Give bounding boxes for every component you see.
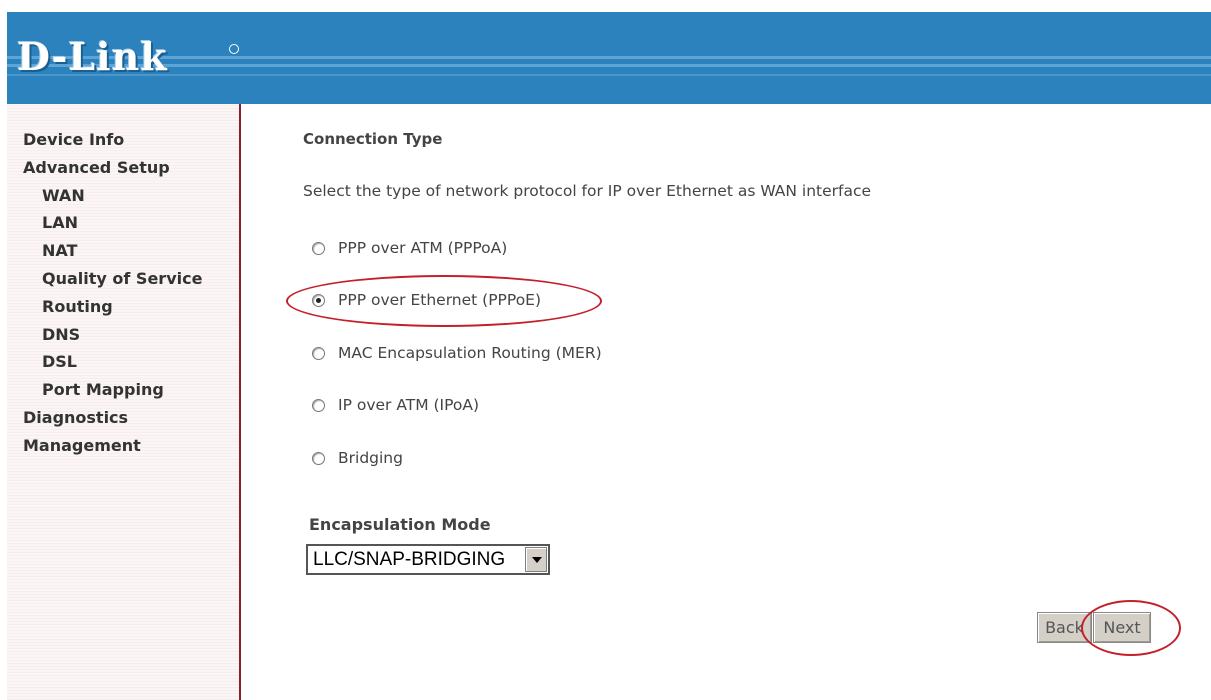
sidebar-menu: Device Info Advanced Setup WAN LAN NAT Q…	[23, 128, 202, 462]
option-label: PPP over Ethernet (PPPoE)	[338, 291, 542, 309]
option-label: PPP over ATM (PPPoA)	[338, 239, 508, 257]
sidebar-item-lan[interactable]: LAN	[23, 211, 202, 239]
sidebar-item-port-mapping[interactable]: Port Mapping	[23, 378, 202, 406]
option-label: MAC Encapsulation Routing (MER)	[338, 344, 602, 362]
sidebar-item-dns[interactable]: DNS	[23, 323, 202, 351]
header-stripe	[7, 56, 1211, 59]
header-banner: D-Link	[7, 12, 1211, 104]
sidebar-item-diagnostics[interactable]: Diagnostics	[23, 406, 202, 434]
sidebar-item-quality-of-service[interactable]: Quality of Service	[23, 267, 202, 295]
sidebar-item-management[interactable]: Management	[23, 434, 202, 462]
option-label: Bridging	[338, 449, 403, 467]
sidebar-item-nat[interactable]: NAT	[23, 239, 202, 267]
option-mer[interactable]: MAC Encapsulation Routing (MER)	[312, 342, 602, 364]
registered-mark-icon	[229, 44, 239, 54]
option-pppoe[interactable]: PPP over Ethernet (PPPoE)	[312, 289, 541, 311]
encapsulation-mode-label: Encapsulation Mode	[309, 515, 491, 534]
instruction-text: Select the type of network protocol for …	[303, 182, 872, 200]
chevron-down-icon	[532, 557, 542, 563]
radio-bridging[interactable]	[312, 451, 325, 465]
option-pppoa[interactable]: PPP over ATM (PPPoA)	[312, 237, 507, 259]
encapsulation-mode-select[interactable]: LLC/SNAP-BRIDGING	[306, 544, 550, 575]
radio-pppoa[interactable]	[312, 241, 325, 255]
back-button[interactable]: Back	[1037, 612, 1092, 643]
sidebar-item-device-info[interactable]: Device Info	[23, 128, 202, 156]
page-title: Connection Type	[303, 130, 443, 148]
sidebar-item-dsl[interactable]: DSL	[23, 350, 202, 378]
next-button[interactable]: Next	[1093, 612, 1151, 643]
header-stripe	[7, 74, 1211, 76]
select-value: LLC/SNAP-BRIDGING	[313, 549, 506, 570]
sidebar-divider	[239, 104, 241, 700]
sidebar-item-wan[interactable]: WAN	[23, 184, 202, 212]
radio-mer[interactable]	[312, 346, 325, 360]
option-bridging[interactable]: Bridging	[312, 447, 403, 469]
sidebar-item-routing[interactable]: Routing	[23, 295, 202, 323]
radio-ipoa[interactable]	[312, 398, 325, 412]
header-stripe	[7, 64, 1211, 67]
dlink-logo: D-Link	[17, 34, 168, 79]
sidebar-item-advanced-setup[interactable]: Advanced Setup	[23, 156, 202, 184]
dropdown-button[interactable]	[525, 547, 547, 572]
radio-pppoe[interactable]	[312, 293, 325, 307]
option-label: IP over ATM (IPoA)	[338, 396, 480, 414]
option-ipoa[interactable]: IP over ATM (IPoA)	[312, 394, 479, 416]
